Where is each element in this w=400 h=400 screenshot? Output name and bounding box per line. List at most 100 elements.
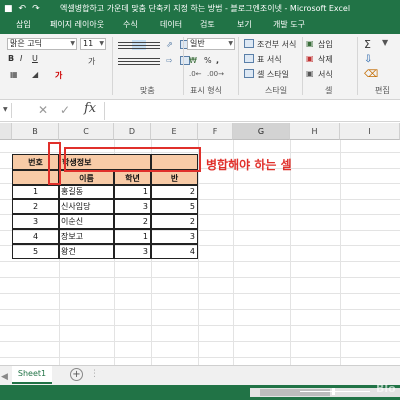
tab-view[interactable]: 보기	[237, 19, 252, 30]
border-icon[interactable]: ▦	[10, 70, 18, 79]
table-cell-grade[interactable]: 2	[114, 214, 151, 229]
sheet-tab[interactable]: Sheet1	[12, 366, 52, 384]
column-header[interactable]: D	[114, 123, 151, 140]
conditional-format-icon	[244, 39, 254, 48]
align-bottom-icon[interactable]	[146, 40, 160, 50]
table-header-grade[interactable]: 학년	[114, 170, 151, 185]
column-header-selected[interactable]: G	[233, 123, 290, 140]
chevron-down-icon: ▼	[70, 40, 75, 47]
insert-cells-button[interactable]: 삽입	[318, 39, 333, 50]
percent-icon[interactable]: %	[204, 56, 212, 65]
table-header-class[interactable]: 반	[151, 170, 198, 185]
font-name-value: 맑은 고딕	[10, 39, 42, 48]
indent-icon[interactable]: ⇨	[166, 56, 173, 65]
conditional-format-button[interactable]: 조건부 서식	[257, 39, 296, 50]
undo-icon[interactable]: ↶	[19, 4, 27, 14]
table-cell-class[interactable]: 2	[151, 185, 198, 199]
insert-function-button[interactable]: fx	[84, 101, 96, 116]
table-cell-number[interactable]: 4	[12, 229, 59, 244]
align-top-icon[interactable]	[118, 40, 132, 50]
bold-icon[interactable]: B	[8, 54, 14, 63]
group-label-alignment: 맞춤	[140, 86, 155, 95]
column-header[interactable]: C	[59, 123, 114, 140]
table-cell-class[interactable]: 4	[151, 244, 198, 259]
decrease-decimal-icon[interactable]: .00→	[207, 70, 224, 78]
insert-cells-icon: ▣	[306, 39, 314, 48]
tab-data[interactable]: 데이터	[160, 19, 182, 30]
table-cell-number[interactable]: 5	[12, 244, 59, 259]
orientation-icon[interactable]: ⇗	[166, 40, 173, 49]
sort-filter-icon[interactable]: ▼	[382, 38, 388, 47]
comma-style-icon[interactable]: ,	[216, 56, 219, 65]
save-icon[interactable]: ■	[4, 4, 13, 14]
redo-icon[interactable]: ↷	[32, 4, 40, 14]
format-cells-icon: ▣	[306, 69, 314, 78]
fill-icon[interactable]: ⇩	[364, 54, 372, 65]
number-format-combo[interactable]: 일반 ▼	[187, 38, 235, 50]
table-cell-name[interactable]: 장보고	[59, 229, 114, 244]
table-cell-number[interactable]: 3	[12, 214, 59, 229]
formula-input[interactable]	[104, 102, 400, 120]
name-box[interactable]: ▼	[0, 103, 12, 118]
group-separator	[183, 37, 184, 95]
column-header[interactable]: H	[290, 123, 340, 140]
table-cell-class[interactable]: 2	[151, 214, 198, 229]
increase-decimal-icon[interactable]: .0←	[189, 70, 202, 78]
ribbon-tabs: 삽입 페이지 레이아웃 수식 데이터 검토 보기 개발 도구	[0, 17, 400, 34]
sheet-bar: ◀ Sheet1 + ⋮ Blo	[0, 365, 400, 400]
zoom-slider[interactable]	[300, 388, 370, 395]
align-middle-icon[interactable]	[132, 40, 146, 50]
title-bar: ■ ↶ ↷ 엑셀병합하고 가운데 맞춤 단축키 지정 하는 방법 - 블로그엔조…	[0, 0, 400, 17]
column-header[interactable]: B	[12, 123, 59, 140]
scroll-left-icon[interactable]: ◀	[1, 372, 8, 382]
format-cells-button[interactable]: 서식	[318, 69, 333, 80]
table-cell-name[interactable]: 신사임당	[59, 199, 114, 214]
autosum-icon[interactable]: Σ	[364, 38, 371, 51]
align-right-icon[interactable]	[146, 56, 160, 66]
currency-icon[interactable]: ₩	[189, 56, 197, 65]
column-header[interactable]: I	[340, 123, 400, 140]
column-header[interactable]: F	[198, 123, 233, 140]
tab-page-layout[interactable]: 페이지 레이아웃	[50, 19, 104, 30]
shrink-font-icon[interactable]: 가	[88, 56, 95, 67]
delete-cells-button[interactable]: 삭제	[318, 54, 333, 65]
table-cell-grade[interactable]: 1	[114, 229, 151, 244]
table-header-name[interactable]: 이름	[59, 170, 114, 185]
cancel-icon[interactable]: ✕	[38, 103, 48, 117]
clear-icon[interactable]: ⌫	[364, 69, 378, 80]
table-cell-name[interactable]: 왕건	[59, 244, 114, 259]
table-cell-class[interactable]: 5	[151, 199, 198, 214]
table-cell-name[interactable]: 이순신	[59, 214, 114, 229]
tab-review[interactable]: 검토	[200, 19, 215, 30]
table-cell-name[interactable]: 홍길동	[59, 185, 114, 199]
font-color-icon[interactable]: 가	[55, 70, 62, 81]
group-label-cells: 셀	[325, 86, 333, 95]
select-all-corner[interactable]	[0, 123, 12, 140]
table-cell-grade[interactable]: 1	[114, 185, 151, 199]
fill-color-icon[interactable]: ◢	[32, 70, 38, 79]
tab-insert[interactable]: 삽입	[16, 19, 31, 30]
table-cell-number[interactable]: 2	[12, 199, 59, 214]
table-cell-grade[interactable]: 3	[114, 244, 151, 259]
table-cell-number[interactable]: 1	[12, 185, 59, 199]
enter-icon[interactable]: ✓	[60, 103, 70, 117]
font-name-combo[interactable]: 맑은 고딕 ▼	[7, 38, 77, 50]
table-cell-grade[interactable]: 3	[114, 199, 151, 214]
group-separator	[302, 37, 303, 95]
chevron-down-icon: ▼	[99, 40, 104, 47]
table-cell-class[interactable]: 3	[151, 229, 198, 244]
align-left-icon[interactable]	[118, 56, 132, 66]
italic-icon[interactable]: I	[20, 54, 22, 63]
quick-access-toolbar: ■ ↶ ↷	[0, 0, 64, 17]
zoom-knob[interactable]	[332, 388, 335, 395]
font-size-combo[interactable]: 11 ▼	[80, 38, 106, 50]
tab-formulas[interactable]: 수식	[123, 19, 138, 30]
column-header[interactable]: E	[151, 123, 198, 140]
cell-styles-button[interactable]: 셀 스타일	[257, 69, 289, 80]
add-sheet-icon[interactable]: +	[70, 368, 83, 381]
underline-icon[interactable]: U	[32, 54, 38, 63]
ribbon: 맑은 고딕 ▼ 11 ▼ B I U ▦ ◢ 가 가 ⇗ ⇨ 맞춤 일반 ▼ ₩ % …	[0, 34, 400, 100]
tab-developer[interactable]: 개발 도구	[273, 19, 305, 30]
align-center-icon[interactable]	[132, 56, 146, 66]
format-as-table-button[interactable]: 표 서식	[257, 54, 282, 65]
